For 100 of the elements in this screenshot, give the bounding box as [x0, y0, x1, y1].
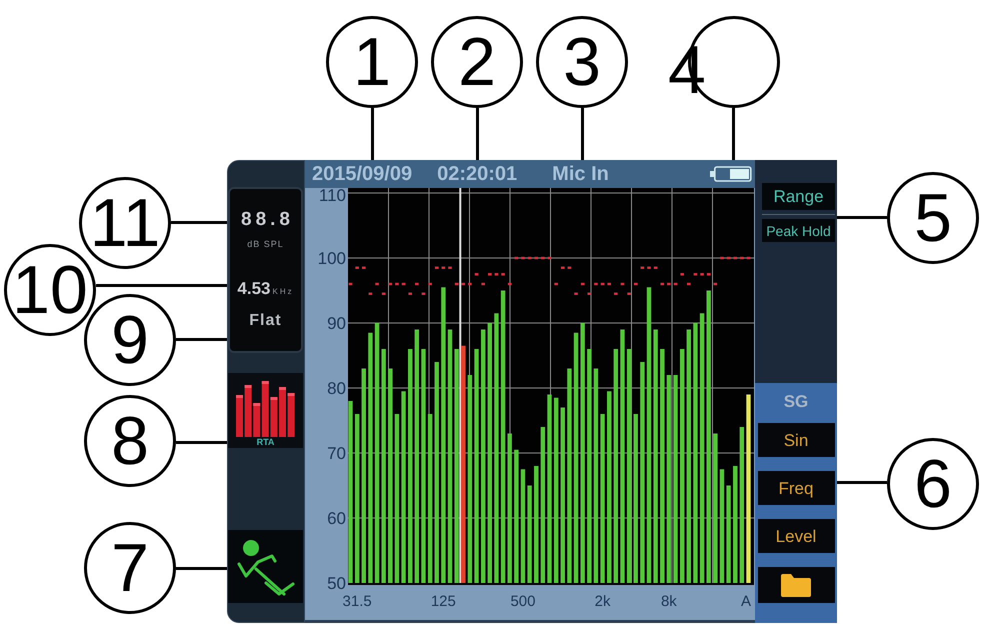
callout-marker: 1	[326, 16, 418, 108]
peak-hold-marker	[461, 282, 466, 286]
peak-hold-marker	[348, 282, 352, 286]
peak-hold-marker	[740, 256, 744, 260]
peak-hold-marker	[368, 292, 372, 295]
callout-marker: 11	[79, 177, 171, 269]
peak-hold-marker	[720, 256, 724, 260]
leader-line	[176, 441, 227, 444]
peak-hold-marker	[667, 282, 671, 286]
peak-hold-marker	[614, 292, 618, 295]
peak-hold-marker	[468, 282, 472, 286]
peak-hold-marker	[408, 292, 412, 295]
peak-hold-marker	[640, 266, 644, 269]
folder-button[interactable]	[758, 567, 834, 603]
callout-marker: 2	[431, 16, 523, 108]
weighting-label: Flat	[249, 313, 282, 329]
peak-hold-marker	[422, 292, 426, 295]
callout-marker: 5	[887, 172, 979, 264]
peak-hold-marker	[726, 256, 730, 260]
x-tick-label: A	[741, 593, 751, 610]
peak-hold-marker	[588, 292, 592, 295]
peak-hold-marker	[501, 273, 505, 276]
peak-hold-marker	[594, 282, 598, 286]
peak-hold-marker	[521, 256, 525, 260]
x-tick-label: 8k	[660, 593, 677, 610]
peak-hold-marker	[687, 282, 691, 286]
peak-hold-marker	[660, 282, 664, 286]
folder-icon	[781, 574, 811, 596]
peak-hold-marker	[434, 266, 439, 269]
callout-marker: 10	[4, 244, 96, 336]
y-tick-label: 100	[318, 249, 346, 268]
peak-hold-marker	[362, 266, 366, 269]
battery-icon	[710, 166, 752, 182]
unit-label: KHz	[272, 288, 294, 296]
leader-line	[476, 108, 479, 160]
peak-hold-marker	[528, 256, 532, 260]
peak-hold-marker	[548, 256, 552, 260]
bar-chart-icon	[234, 379, 296, 437]
peak-hold-marker	[674, 282, 678, 286]
peak-hold-marker	[454, 282, 458, 286]
peak-hold-marker	[600, 282, 604, 286]
peak-hold-marker	[746, 256, 750, 260]
peak-hold-marker	[607, 282, 611, 286]
spl-value: 88.8	[240, 210, 294, 229]
input-label: Mic In	[552, 164, 609, 184]
peak-hold-marker	[580, 282, 584, 286]
leader-line	[837, 481, 887, 484]
leader-line	[176, 567, 227, 570]
x-tick-label: 2k	[594, 593, 610, 610]
peak-hold-marker	[541, 256, 545, 260]
y-tick-label: 70	[327, 444, 346, 463]
peak-hold-marker	[634, 282, 638, 286]
x-tick-label: 500	[510, 593, 536, 610]
leader-line	[732, 108, 735, 160]
peak-hold-marker	[488, 273, 492, 276]
y-tick-label: 90	[327, 314, 346, 333]
x-tick-label: 31.5	[342, 593, 372, 610]
peak-hold-marker	[402, 282, 406, 286]
peak-hold-marker	[395, 282, 399, 286]
x-tick-label: 125	[430, 593, 456, 610]
peak-hold-marker	[706, 273, 710, 276]
peak-hold-marker	[620, 282, 624, 286]
generator-button[interactable]: Freq	[758, 471, 834, 505]
peak-hold-marker	[647, 266, 651, 269]
peak-hold-marker	[382, 292, 386, 295]
leader-line	[371, 108, 374, 160]
peak-hold-marker	[442, 266, 446, 269]
panel-title: SG	[784, 390, 808, 413]
peak-hold-marker	[560, 266, 565, 269]
frequency-value: 4.53	[237, 280, 270, 297]
peak-hold-marker	[355, 266, 359, 269]
callout-marker: 7	[84, 522, 176, 614]
option-button[interactable]: Peak Hold	[762, 219, 835, 242]
leader-line	[581, 108, 584, 160]
figure-button[interactable]	[228, 530, 303, 603]
unit-label: dB SPL	[247, 240, 284, 249]
peak-hold-marker	[694, 273, 698, 276]
peak-hold-marker	[654, 266, 658, 269]
peak-hold-marker	[700, 273, 704, 276]
y-tick-label: 60	[327, 509, 346, 528]
generator-button[interactable]: Level	[758, 519, 834, 553]
peak-hold-marker	[388, 282, 392, 286]
peak-hold-marker	[428, 282, 432, 286]
time-label: 02:20:01	[437, 164, 518, 184]
peak-hold-marker	[574, 292, 578, 295]
callout-marker: 3	[536, 16, 628, 108]
peak-hold-marker	[627, 292, 631, 295]
peak-hold-marker	[680, 273, 684, 276]
callout-marker: 6	[887, 438, 979, 530]
rta-mode-button[interactable]: RTA	[228, 373, 303, 448]
generator-button[interactable]: Sin	[758, 423, 834, 457]
peak-hold-marker	[415, 282, 419, 286]
peak-hold-marker	[481, 282, 485, 286]
peak-hold-marker	[514, 256, 518, 260]
peak-hold-marker	[554, 282, 558, 286]
option-button[interactable]: Range	[762, 183, 835, 210]
peak-hold-marker	[494, 273, 498, 276]
peak-hold-marker	[568, 266, 572, 269]
peak-hold-marker	[534, 256, 538, 260]
peak-hold-marker	[714, 282, 718, 286]
